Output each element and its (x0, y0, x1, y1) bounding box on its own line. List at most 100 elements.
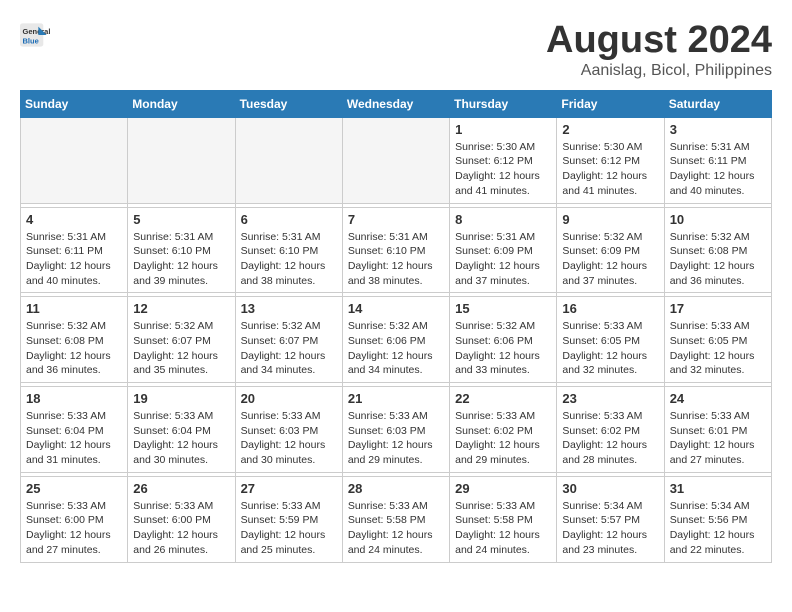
table-row: 23Sunrise: 5:33 AM Sunset: 6:02 PM Dayli… (557, 387, 664, 473)
day-info: Sunrise: 5:32 AM Sunset: 6:09 PM Dayligh… (562, 230, 658, 289)
table-row: 6Sunrise: 5:31 AM Sunset: 6:10 PM Daylig… (235, 207, 342, 293)
table-row: 2 Sunrise: 5:30 AM Sunset: 6:12 PM Daylig… (557, 117, 664, 203)
day-number: 15 (455, 301, 551, 316)
table-row: 3 Sunrise: 5:31 AM Sunset: 6:11 PM Daylig… (664, 117, 771, 203)
day-info: Sunrise: 5:32 AM Sunset: 6:07 PM Dayligh… (133, 319, 229, 378)
day-number: 27 (241, 481, 337, 496)
table-row: 28 Sunrise: 5:33 AM Sunset: 5:58 PM Dayli… (342, 476, 449, 562)
calendar-week-5: 25 Sunrise: 5:33 AM Sunset: 6:00 PM Dayli… (21, 476, 772, 562)
table-row: 26 Sunrise: 5:33 AM Sunset: 6:00 PM Dayli… (128, 476, 235, 562)
day-number: 18 (26, 391, 122, 406)
header-saturday: Saturday (664, 90, 771, 117)
day-info: Sunrise: 5:30 AM Sunset: 6:12 PM Dayligh… (455, 140, 551, 199)
day-info: Sunrise: 5:31 AM Sunset: 6:11 PM Dayligh… (670, 140, 766, 199)
day-info: Sunrise: 5:31 AM Sunset: 6:09 PM Dayligh… (455, 230, 551, 289)
day-info: Sunrise: 5:33 AM Sunset: 6:01 PM Dayligh… (670, 409, 766, 468)
day-number: 12 (133, 301, 229, 316)
table-row: 4 Sunrise: 5:31 AM Sunset: 6:11 PM Daylig… (21, 207, 128, 293)
svg-text:Blue: Blue (23, 36, 39, 45)
table-row: 12 Sunrise: 5:32 AM Sunset: 6:07 PM Dayli… (128, 297, 235, 383)
header-thursday: Thursday (450, 90, 557, 117)
day-info: Sunrise: 5:33 AM Sunset: 6:05 PM Dayligh… (562, 319, 658, 378)
day-info: Sunrise: 5:32 AM Sunset: 6:07 PM Dayligh… (241, 319, 337, 378)
table-row (128, 117, 235, 203)
day-number: 14 (348, 301, 444, 316)
table-row: 15Sunrise: 5:32 AM Sunset: 6:06 PM Dayli… (450, 297, 557, 383)
calendar-week-4: 18 Sunrise: 5:33 AM Sunset: 6:04 PM Dayli… (21, 387, 772, 473)
calendar-week-2: 4 Sunrise: 5:31 AM Sunset: 6:11 PM Daylig… (21, 207, 772, 293)
table-row: 17Sunrise: 5:33 AM Sunset: 6:05 PM Dayli… (664, 297, 771, 383)
logo-svg: General Blue (20, 20, 70, 60)
table-row (235, 117, 342, 203)
day-number: 22 (455, 391, 551, 406)
day-info: Sunrise: 5:33 AM Sunset: 6:03 PM Dayligh… (241, 409, 337, 468)
day-number: 1 (455, 122, 551, 137)
day-number: 16 (562, 301, 658, 316)
day-info: Sunrise: 5:31 AM Sunset: 6:11 PM Dayligh… (26, 230, 122, 289)
day-info: Sunrise: 5:33 AM Sunset: 6:05 PM Dayligh… (670, 319, 766, 378)
day-number: 4 (26, 212, 122, 227)
day-number: 8 (455, 212, 551, 227)
calendar-header-row: Sunday Monday Tuesday Wednesday Thursday… (21, 90, 772, 117)
day-number: 3 (670, 122, 766, 137)
day-info: Sunrise: 5:33 AM Sunset: 5:58 PM Dayligh… (348, 499, 444, 558)
table-row: 11 Sunrise: 5:32 AM Sunset: 6:08 PM Dayli… (21, 297, 128, 383)
table-row (342, 117, 449, 203)
day-number: 26 (133, 481, 229, 496)
header-sunday: Sunday (21, 90, 128, 117)
day-info: Sunrise: 5:31 AM Sunset: 6:10 PM Dayligh… (133, 230, 229, 289)
table-row: 10 Sunrise: 5:32 AM Sunset: 6:08 PM Dayli… (664, 207, 771, 293)
day-info: Sunrise: 5:32 AM Sunset: 6:08 PM Dayligh… (670, 230, 766, 289)
day-number: 10 (670, 212, 766, 227)
table-row: 20 Sunrise: 5:33 AM Sunset: 6:03 PM Dayli… (235, 387, 342, 473)
day-number: 9 (562, 212, 658, 227)
day-info: Sunrise: 5:33 AM Sunset: 6:00 PM Dayligh… (26, 499, 122, 558)
day-info: Sunrise: 5:34 AM Sunset: 5:57 PM Dayligh… (562, 499, 658, 558)
day-info: Sunrise: 5:30 AM Sunset: 6:12 PM Dayligh… (562, 140, 658, 199)
day-info: Sunrise: 5:33 AM Sunset: 6:02 PM Dayligh… (562, 409, 658, 468)
table-row: 21 Sunrise: 5:33 AM Sunset: 6:03 PM Dayli… (342, 387, 449, 473)
table-row: 25 Sunrise: 5:33 AM Sunset: 6:00 PM Dayli… (21, 476, 128, 562)
calendar-week-1: 1 Sunrise: 5:30 AM Sunset: 6:12 PM Daylig… (21, 117, 772, 203)
day-info: Sunrise: 5:33 AM Sunset: 6:04 PM Dayligh… (133, 409, 229, 468)
table-row: 8 Sunrise: 5:31 AM Sunset: 6:09 PM Daylig… (450, 207, 557, 293)
day-info: Sunrise: 5:32 AM Sunset: 6:06 PM Dayligh… (348, 319, 444, 378)
table-row (21, 117, 128, 203)
calendar-week-3: 11 Sunrise: 5:32 AM Sunset: 6:08 PM Dayli… (21, 297, 772, 383)
header-friday: Friday (557, 90, 664, 117)
day-info: Sunrise: 5:33 AM Sunset: 6:03 PM Dayligh… (348, 409, 444, 468)
day-number: 25 (26, 481, 122, 496)
day-number: 24 (670, 391, 766, 406)
day-number: 5 (133, 212, 229, 227)
table-row: 27Sunrise: 5:33 AM Sunset: 5:59 PM Dayli… (235, 476, 342, 562)
table-row: 16 Sunrise: 5:33 AM Sunset: 6:05 PM Dayli… (557, 297, 664, 383)
day-number: 6 (241, 212, 337, 227)
day-number: 29 (455, 481, 551, 496)
table-row: 1 Sunrise: 5:30 AM Sunset: 6:12 PM Daylig… (450, 117, 557, 203)
table-row: 30Sunrise: 5:34 AM Sunset: 5:57 PM Dayli… (557, 476, 664, 562)
day-info: Sunrise: 5:32 AM Sunset: 6:08 PM Dayligh… (26, 319, 122, 378)
page-header: General Blue August 2024 Aanislag, Bicol… (20, 20, 772, 80)
day-number: 13 (241, 301, 337, 316)
table-row: 18 Sunrise: 5:33 AM Sunset: 6:04 PM Dayli… (21, 387, 128, 473)
calendar: Sunday Monday Tuesday Wednesday Thursday… (20, 90, 772, 563)
day-number: 31 (670, 481, 766, 496)
subtitle: Aanislag, Bicol, Philippines (546, 62, 772, 80)
day-number: 20 (241, 391, 337, 406)
header-tuesday: Tuesday (235, 90, 342, 117)
day-number: 2 (562, 122, 658, 137)
day-number: 19 (133, 391, 229, 406)
day-info: Sunrise: 5:33 AM Sunset: 6:00 PM Dayligh… (133, 499, 229, 558)
day-number: 11 (26, 301, 122, 316)
table-row: 14 Sunrise: 5:32 AM Sunset: 6:06 PM Dayli… (342, 297, 449, 383)
table-row: 24 Sunrise: 5:33 AM Sunset: 6:01 PM Dayli… (664, 387, 771, 473)
day-info: Sunrise: 5:33 AM Sunset: 5:58 PM Dayligh… (455, 499, 551, 558)
table-row: 22 Sunrise: 5:33 AM Sunset: 6:02 PM Dayli… (450, 387, 557, 473)
day-info: Sunrise: 5:33 AM Sunset: 6:04 PM Dayligh… (26, 409, 122, 468)
header-wednesday: Wednesday (342, 90, 449, 117)
table-row: 13 Sunrise: 5:32 AM Sunset: 6:07 PM Dayli… (235, 297, 342, 383)
main-title: August 2024 (546, 20, 772, 62)
day-number: 28 (348, 481, 444, 496)
day-number: 21 (348, 391, 444, 406)
day-info: Sunrise: 5:33 AM Sunset: 6:02 PM Dayligh… (455, 409, 551, 468)
